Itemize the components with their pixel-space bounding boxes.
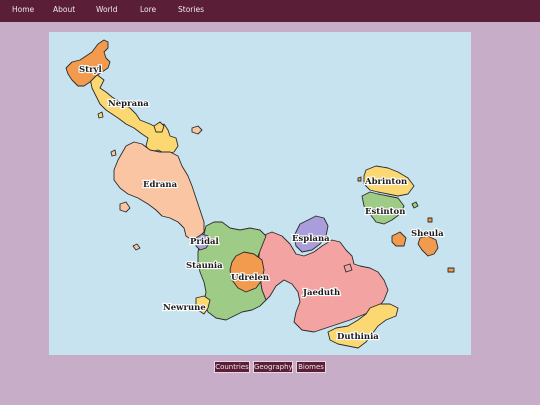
label-newrune: Newrune [163,303,206,313]
nav-link-home[interactable]: Home [12,5,34,14]
region-isthmus-east[interactable] [191,125,203,135]
label-edrana: Edrana [143,180,178,190]
region-jaeduth-islet[interactable] [343,263,353,273]
label-sheula: Sheula [411,229,444,239]
label-abrinton: Abrinton [364,177,407,187]
region-neprana-islet[interactable] [97,111,104,119]
region-sheula-islet-3[interactable] [427,217,433,223]
region-estinton-islet[interactable] [411,201,419,209]
region-edrana-islet-2[interactable] [132,243,141,251]
label-neprana: Neprana [108,99,149,109]
region-abrinton-islet[interactable] [357,176,362,182]
nav-link-about[interactable]: About [53,5,75,14]
region-edrana[interactable] [113,141,205,241]
label-jaeduth: Jaeduth [302,288,340,298]
nav-link-world[interactable]: World [96,5,118,14]
label-stryl: Stryl [79,65,102,75]
label-udrelen: Udrelen [231,273,269,283]
world-map[interactable]: Stryl Neprana Edrana Pridal Staunia Udre… [49,32,471,355]
region-edrana-islet-3[interactable] [110,149,117,157]
label-duthinia: Duthinia [337,332,379,342]
region-edrana-islet[interactable] [119,201,131,213]
region-isthmus-yellow[interactable] [153,121,165,133]
region-sheula-islet[interactable] [391,231,407,247]
top-nav-bar: Home About World Lore Stories [0,0,540,22]
tab-biomes[interactable]: Biomes [296,361,326,373]
region-sheula-islet-2[interactable] [447,267,455,273]
map-canvas: Stryl Neprana Edrana Pridal Staunia Udre… [65,39,455,349]
nav-link-lore[interactable]: Lore [140,5,156,14]
tab-geography[interactable]: Geography [253,361,293,373]
label-esplana: Esplana [292,234,330,244]
label-staunia: Staunia [186,261,223,271]
tab-countries[interactable]: Countries [214,361,250,373]
nav-link-stories[interactable]: Stories [178,5,204,14]
label-pridal: Pridal [190,237,220,247]
region-sheula[interactable] [417,235,439,257]
label-estinton: Estinton [365,207,405,217]
